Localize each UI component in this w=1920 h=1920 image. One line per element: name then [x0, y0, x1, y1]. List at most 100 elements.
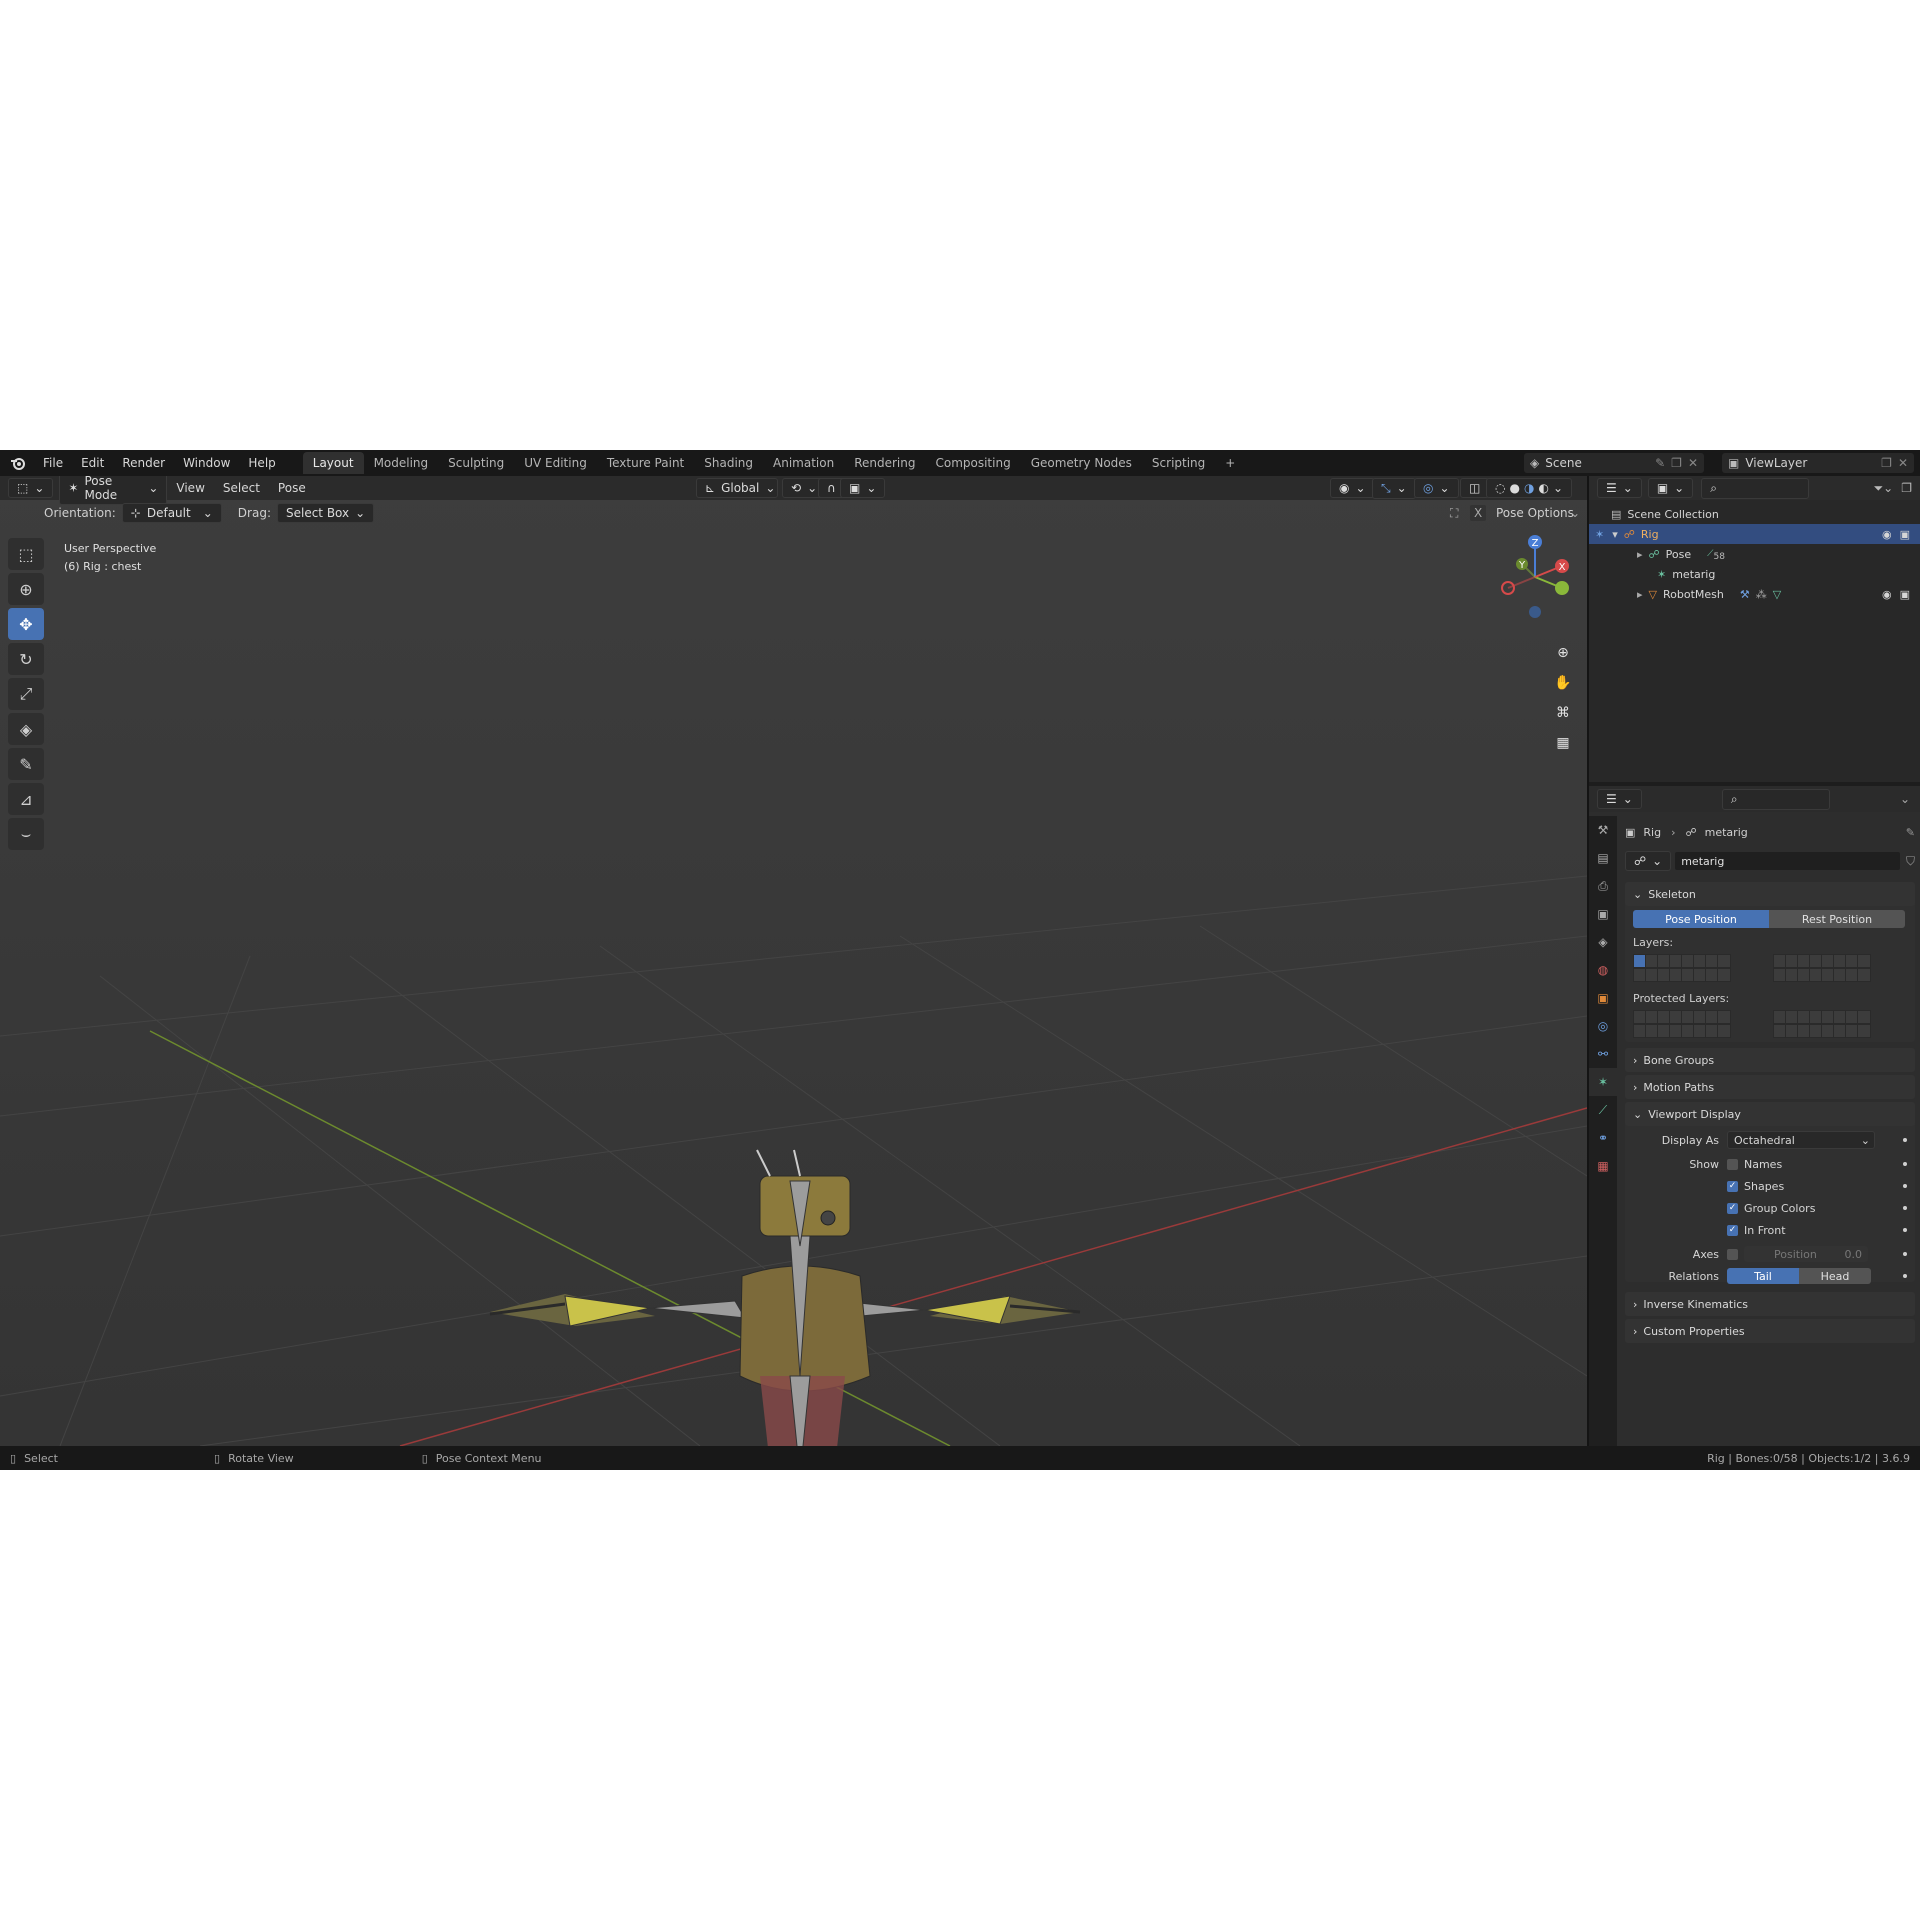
- scale-tool[interactable]: ⤢: [8, 678, 44, 710]
- datablock-name-field[interactable]: metarig: [1675, 852, 1900, 870]
- viewport-menu-pose[interactable]: Pose: [269, 478, 315, 498]
- expand-arrow-icon[interactable]: ▸: [1637, 588, 1643, 601]
- layer-toggle[interactable]: [1857, 954, 1871, 968]
- menu-edit[interactable]: Edit: [72, 453, 113, 473]
- viewport-display-header[interactable]: ⌄ Viewport Display: [1625, 1102, 1915, 1126]
- menu-window[interactable]: Window: [174, 453, 239, 473]
- menu-file[interactable]: File: [34, 453, 72, 473]
- in-front-checkbox[interactable]: ✓: [1727, 1224, 1738, 1236]
- layer-toggle[interactable]: [1717, 968, 1731, 982]
- menu-render[interactable]: Render: [113, 453, 174, 473]
- wireframe-shading-icon[interactable]: ◌: [1495, 481, 1505, 495]
- motion-paths-panel[interactable]: › Motion Paths: [1625, 1075, 1915, 1099]
- snap-target-dropdown[interactable]: ▣ ⌄: [840, 478, 886, 498]
- editor-type-button[interactable]: ⬚ ⌄: [8, 478, 54, 498]
- inverse-kinematics-panel[interactable]: › Inverse Kinematics: [1625, 1292, 1915, 1316]
- view-layer-selector[interactable]: ▣ ViewLayer ❐ ✕: [1722, 453, 1914, 473]
- world-tab-icon[interactable]: ◍: [1589, 956, 1617, 984]
- properties-search-input[interactable]: ⌕: [1721, 788, 1830, 810]
- texture-tab-icon[interactable]: ▦: [1589, 1152, 1617, 1180]
- material-shading-icon[interactable]: ◑: [1524, 481, 1534, 495]
- protected-grid-right[interactable]: [1773, 1010, 1871, 1038]
- annotate-tool[interactable]: ✎: [8, 748, 44, 780]
- remove-view-layer-icon[interactable]: ✕: [1898, 456, 1908, 470]
- outliner-row-metarig[interactable]: ✶ metarig: [1589, 564, 1920, 584]
- protected-grid-left[interactable]: [1633, 1010, 1731, 1038]
- navigation-gizmo[interactable]: Z X Y: [1490, 532, 1580, 622]
- chevron-down-icon[interactable]: ⌄: [1900, 792, 1910, 806]
- armature-data-tab-icon[interactable]: ✶: [1589, 1068, 1617, 1096]
- axes-position-field[interactable]: Position 0.0: [1744, 1246, 1868, 1262]
- scene-tab-icon[interactable]: ◈: [1589, 928, 1617, 956]
- object-tab-icon[interactable]: ▣: [1589, 984, 1617, 1012]
- 3d-viewport[interactable]: ⬚ ⌄ ✶ Pose Mode ⌄ View Select Pose ⊾ Global ⌄…: [0, 476, 1589, 1446]
- layers-grid-right[interactable]: [1773, 954, 1871, 982]
- viewport-menu-select[interactable]: Select: [214, 478, 269, 498]
- eye-icon[interactable]: ◉: [1882, 528, 1892, 541]
- custom-properties-panel[interactable]: › Custom Properties: [1625, 1319, 1915, 1343]
- keyframe-dot[interactable]: [1903, 1162, 1907, 1166]
- pin-icon[interactable]: ✎: [1906, 826, 1915, 839]
- layer-toggle[interactable]: [1857, 1024, 1871, 1038]
- pose-position-button[interactable]: Pose Position: [1633, 910, 1769, 928]
- tab-scripting[interactable]: Scripting: [1142, 452, 1215, 474]
- tab-animation[interactable]: Animation: [763, 452, 844, 474]
- expand-arrow-icon[interactable]: ▸: [1637, 548, 1643, 561]
- scene-selector[interactable]: ◈ Scene ✎ ❐ ✕: [1524, 453, 1704, 473]
- pose-options-dropdown[interactable]: Pose Options: [1496, 506, 1574, 520]
- expand-arrow-icon[interactable]: ▾: [1612, 528, 1618, 541]
- gizmo-toggle[interactable]: ⤡ ⌄: [1372, 477, 1416, 499]
- bone-tab-icon[interactable]: ⟋: [1589, 1096, 1617, 1124]
- shading-options-icon[interactable]: ⌄: [1553, 481, 1563, 495]
- physics-tab-icon[interactable]: ◎: [1589, 1012, 1617, 1040]
- keyframe-dot[interactable]: [1903, 1274, 1907, 1278]
- visibility-dropdown[interactable]: ◉ ⌄: [1330, 478, 1375, 498]
- tab-uv-editing[interactable]: UV Editing: [514, 452, 597, 474]
- rest-position-button[interactable]: Rest Position: [1769, 910, 1905, 928]
- cursor-tool[interactable]: ⊕: [8, 573, 44, 605]
- eye-icon[interactable]: ◉: [1882, 588, 1892, 601]
- names-checkbox[interactable]: [1727, 1158, 1738, 1170]
- fake-user-shield-icon[interactable]: ⛉: [1906, 854, 1915, 869]
- tab-modeling[interactable]: Modeling: [364, 452, 439, 474]
- drag-dropdown[interactable]: Select Box ⌄: [276, 503, 375, 523]
- tab-layout[interactable]: Layout: [302, 452, 364, 474]
- outliner-search-input[interactable]: ⌕: [1701, 477, 1810, 499]
- measure-tool[interactable]: ⊿: [8, 783, 44, 815]
- skeleton-panel-header[interactable]: ⌄ Skeleton: [1625, 882, 1915, 906]
- menu-help[interactable]: Help: [239, 453, 284, 473]
- xray-toggle[interactable]: ◫: [1460, 478, 1490, 498]
- tab-rendering[interactable]: Rendering: [844, 452, 925, 474]
- outliner-row-rig[interactable]: ✶ ▾ ☍ Rig ◉ ▣: [1589, 524, 1920, 544]
- lock-icon[interactable]: ⛶: [1450, 506, 1458, 521]
- tab-texture-paint[interactable]: Texture Paint: [597, 452, 694, 474]
- transform-orientation-dropdown[interactable]: ⊾ Global ⌄: [696, 478, 778, 498]
- render-tab-icon[interactable]: ▤: [1589, 844, 1617, 872]
- close-icon[interactable]: ✕: [1688, 456, 1698, 470]
- outliner-row-pose[interactable]: ▸ ☍ Pose ⟋ 58: [1589, 544, 1920, 564]
- camera-icon[interactable]: ▣: [1900, 588, 1910, 601]
- select-box-tool[interactable]: ⬚: [8, 538, 44, 570]
- keyframe-dot[interactable]: [1903, 1138, 1907, 1142]
- display-as-dropdown[interactable]: Octahedral ⌄: [1727, 1131, 1875, 1149]
- view-layer-tab-icon[interactable]: ▣: [1589, 900, 1617, 928]
- add-workspace-button[interactable]: +: [1215, 452, 1245, 474]
- move-tool[interactable]: ✥: [8, 608, 44, 640]
- group-colors-checkbox[interactable]: ✓: [1727, 1202, 1738, 1214]
- properties-editor-type[interactable]: ☰ ⌄: [1597, 789, 1642, 809]
- datablock-browse[interactable]: ☍ ⌄: [1625, 851, 1672, 871]
- mirror-x-toggle[interactable]: X: [1470, 505, 1487, 521]
- constraints-tab-icon[interactable]: ⚯: [1589, 1040, 1617, 1068]
- layer-toggle[interactable]: [1717, 1024, 1731, 1038]
- pan-hand-icon[interactable]: ✋: [1550, 670, 1576, 696]
- rotate-tool[interactable]: ↻: [8, 643, 44, 675]
- new-view-layer-icon[interactable]: ❐: [1881, 456, 1892, 470]
- tab-compositing[interactable]: Compositing: [925, 452, 1020, 474]
- layer-toggle[interactable]: [1717, 1010, 1731, 1024]
- relations-tail-button[interactable]: Tail: [1727, 1268, 1799, 1284]
- layer-toggle[interactable]: [1717, 954, 1731, 968]
- keyframe-dot[interactable]: [1903, 1206, 1907, 1210]
- tab-shading[interactable]: Shading: [694, 452, 763, 474]
- outliner-row-robotmesh[interactable]: ▸ ▽ RobotMesh ⚒ ⁂ ▽ ◉ ▣: [1589, 584, 1920, 604]
- transform-tool[interactable]: ◈: [8, 713, 44, 745]
